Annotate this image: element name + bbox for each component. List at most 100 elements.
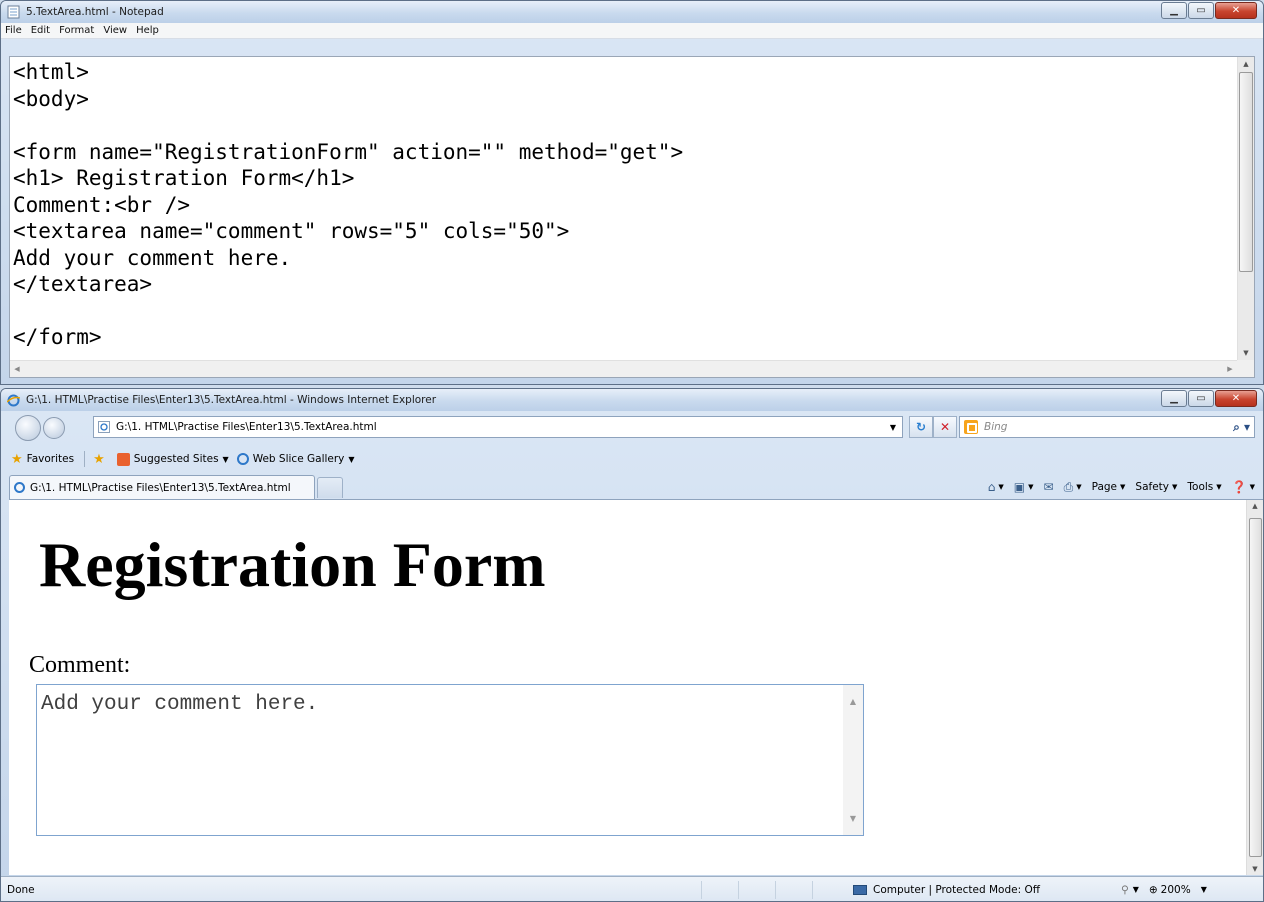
scroll-thumb[interactable] (1239, 72, 1253, 272)
scroll-down-icon[interactable]: ▼ (1247, 865, 1263, 873)
textarea-scrollbar[interactable]: ▲ ▼ (843, 685, 863, 835)
notepad-titlebar[interactable]: 5.TextArea.html - Notepad ▁ ▭ ✕ (1, 1, 1263, 23)
chevron-down-icon: ▼ (1132, 885, 1139, 894)
notepad-text[interactable]: <html> <body> <form name="RegistrationFo… (13, 59, 683, 351)
menu-edit[interactable]: Edit (31, 25, 50, 36)
favorites-label: Favorites (26, 453, 75, 465)
print-button[interactable]: ⎙ ▼ (1064, 480, 1082, 495)
ie-minimize-button[interactable]: ▁ (1161, 390, 1187, 407)
protected-mode-icon: ⚲ (1121, 883, 1129, 896)
scroll-up-icon[interactable]: ▲ (843, 697, 863, 706)
zoom-icon: ⊕ (1148, 883, 1158, 896)
refresh-button[interactable]: ↻ (909, 416, 933, 438)
search-icon[interactable]: ⌕ ▾ (1233, 420, 1250, 435)
security-zone[interactable]: Computer | Protected Mode: Off (853, 884, 1040, 896)
maximize-icon: ▭ (1196, 393, 1206, 404)
scroll-up-icon[interactable]: ▲ (1238, 57, 1254, 71)
favorites-button[interactable]: ★ Favorites (11, 452, 74, 467)
zone-text: Computer | Protected Mode: Off (873, 883, 1040, 896)
menu-view[interactable]: View (103, 25, 127, 36)
stop-button[interactable]: ✕ (933, 416, 957, 438)
print-icon: ⎙ (1063, 479, 1074, 494)
home-button[interactable]: ⌂ ▼ (988, 480, 1004, 494)
comment-textarea[interactable]: Add your comment here. (37, 685, 843, 835)
resize-grip[interactable] (1237, 360, 1254, 377)
comment-textarea-frame: Add your comment here. ▲ ▼ (36, 684, 864, 836)
page-ie-icon (98, 421, 110, 433)
suggested-sites-button[interactable]: Suggested Sites ▼ (116, 452, 229, 466)
close-button[interactable]: ✕ (1215, 2, 1257, 19)
menu-file[interactable]: File (5, 25, 22, 36)
scroll-down-icon[interactable]: ▼ (1238, 346, 1254, 360)
ie-maximize-button[interactable]: ▭ (1188, 390, 1214, 407)
ie-app-icon (7, 394, 20, 406)
notepad-horizontal-scrollbar[interactable]: ◀ ▶ (10, 360, 1237, 377)
favorites-star-icon: ★ (11, 451, 23, 467)
notepad-window: 5.TextArea.html - Notepad ▁ ▭ ✕ File Edi… (0, 0, 1264, 385)
tab-ie-icon (14, 482, 25, 493)
home-icon: ⌂ (987, 480, 996, 494)
scroll-up-icon[interactable]: ▲ (1247, 502, 1263, 510)
page-heading: Registration Form (39, 529, 546, 600)
search-box[interactable]: Bing ⌕ ▾ (959, 416, 1255, 438)
scroll-down-icon[interactable]: ▼ (843, 814, 863, 823)
mail-button[interactable]: ✉ (1044, 480, 1054, 494)
close-icon: ✕ (1231, 5, 1241, 16)
status-bar: Done Computer | Protected Mode: Off ⚲ ▼ … (1, 876, 1263, 901)
forward-button[interactable] (43, 417, 65, 439)
favorites-separator (84, 451, 86, 467)
feeds-button[interactable]: ▣ ▼ (1014, 480, 1034, 494)
minimize-button[interactable]: ▁ (1161, 2, 1187, 19)
chevron-down-icon: ▼ (222, 454, 229, 464)
ie-close-button[interactable]: ✕ (1215, 390, 1257, 407)
zoom-dropdown-icon: ▼ (1200, 885, 1207, 894)
menu-help[interactable]: Help (136, 25, 159, 36)
notepad-title: 5.TextArea.html - Notepad (26, 6, 164, 18)
scroll-left-icon[interactable]: ◀ (10, 361, 24, 377)
zoom-control[interactable]: ⚲ ▼ ⊕ 200% ▼ (1121, 884, 1207, 896)
notepad-editor[interactable]: <html> <body> <form name="RegistrationFo… (9, 56, 1255, 378)
maximize-button[interactable]: ▭ (1188, 2, 1214, 19)
mail-icon: ✉ (1043, 480, 1054, 494)
refresh-icon: ↻ (915, 420, 927, 434)
ie-title: G:\1. HTML\Practise Files\Enter13\5.Text… (26, 394, 437, 406)
tab-current[interactable]: G:\1. HTML\Practise Files\Enter13\5.Text… (9, 475, 315, 499)
web-slice-gallery-button[interactable]: Web Slice Gallery ▼ (236, 453, 355, 465)
page-menu-label: Page (1091, 481, 1118, 493)
scroll-right-icon[interactable]: ▶ (1223, 361, 1237, 377)
minimize-icon: ▁ (1170, 5, 1178, 16)
chevron-down-icon: ▼ (348, 454, 355, 464)
tools-menu[interactable]: Tools ▼ (1187, 481, 1221, 493)
feeds-icon: ▣ (1013, 480, 1026, 494)
back-button[interactable] (15, 415, 41, 441)
page-menu[interactable]: Page ▼ (1092, 481, 1126, 493)
address-text: G:\1. HTML\Practise Files\Enter13\5.Text… (116, 421, 377, 433)
status-text: Done (7, 883, 35, 896)
status-cells (701, 881, 849, 899)
address-bar[interactable]: G:\1. HTML\Practise Files\Enter13\5.Text… (93, 416, 903, 438)
notepad-menubar: File Edit Format View Help (1, 23, 1263, 39)
tools-menu-label: Tools (1187, 481, 1214, 493)
new-tab-button[interactable] (317, 477, 343, 498)
ie-navbar: G:\1. HTML\Practise Files\Enter13\5.Text… (1, 411, 1263, 446)
maximize-icon: ▭ (1196, 5, 1206, 16)
add-to-favorites-button[interactable]: ★ (93, 452, 109, 467)
page-scrollbar[interactable]: ▲ ▼ (1246, 500, 1263, 875)
page-scroll-thumb[interactable] (1249, 518, 1262, 857)
address-dropdown-icon[interactable]: ▼ (884, 417, 902, 437)
help-button[interactable]: ❓ ▼ (1232, 480, 1255, 494)
web-slice-ie-icon (236, 453, 249, 465)
notepad-vertical-scrollbar[interactable]: ▲ ▼ (1237, 57, 1254, 360)
minimize-icon: ▁ (1170, 393, 1178, 404)
ie-titlebar[interactable]: G:\1. HTML\Practise Files\Enter13\5.Text… (1, 389, 1263, 411)
add-favorites-icon: ★ (93, 451, 105, 467)
safety-menu[interactable]: Safety ▼ (1135, 481, 1177, 493)
command-bar: ⌂ ▼ ▣ ▼ ✉ ⎙ ▼ Page ▼ Safety ▼ Tools ▼ ❓ ▼ (978, 477, 1255, 497)
close-icon: ✕ (1231, 393, 1241, 404)
help-icon: ❓ (1231, 480, 1247, 494)
tab-title: G:\1. HTML\Practise Files\Enter13\5.Text… (30, 481, 291, 494)
notepad-app-icon (7, 5, 20, 19)
menu-format[interactable]: Format (59, 25, 94, 36)
safety-menu-label: Safety (1135, 481, 1169, 493)
favorites-bar: ★ Favorites ★ Suggested Sites ▼ Web Slic… (1, 446, 1263, 472)
